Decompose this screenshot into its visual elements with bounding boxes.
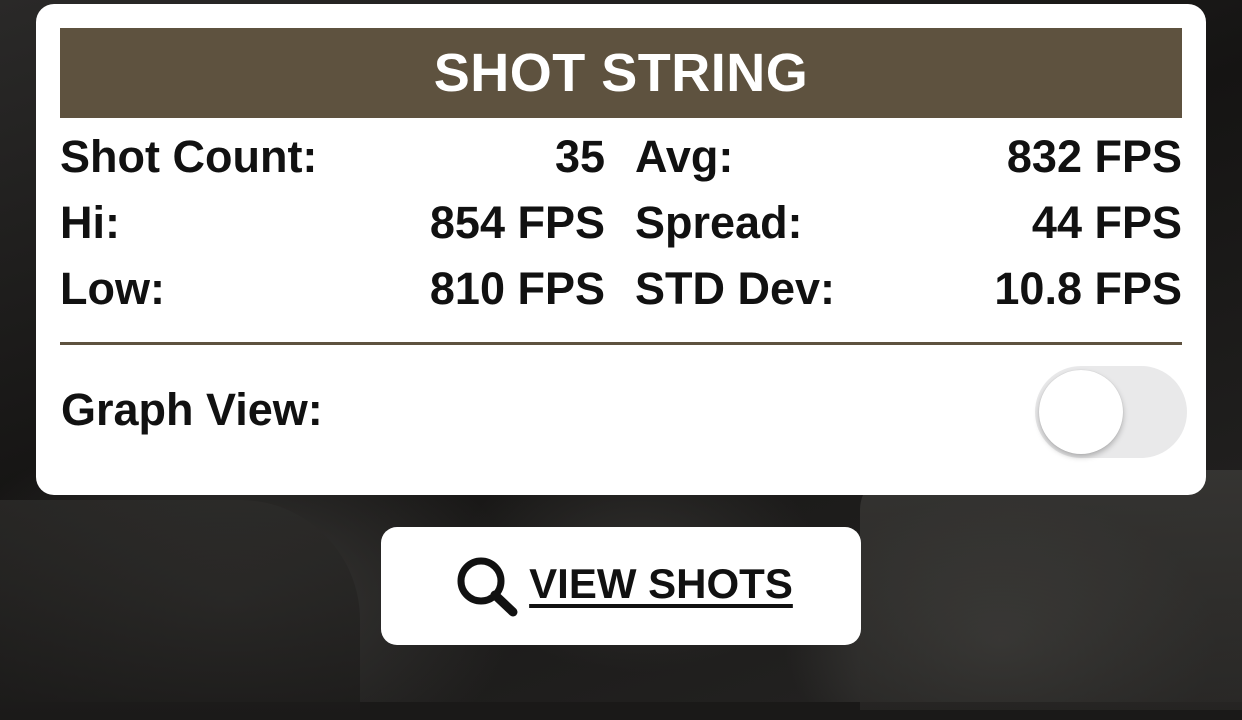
stats-grid: Shot Count: 35 Avg: 832 FPS Hi: 854 FPS … [60, 124, 1182, 322]
stat-value: 44 FPS [1031, 197, 1182, 248]
stats-row: Low: 810 FPS STD Dev: 10.8 FPS [60, 256, 1182, 322]
view-shots-label: VIEW SHOTS [529, 560, 793, 607]
background-decoration [860, 470, 1242, 710]
stat-avg: Avg: 832 FPS [635, 131, 1182, 183]
stat-value: 35 [554, 131, 605, 182]
view-shots-button[interactable]: VIEW SHOTS [381, 527, 861, 645]
stat-label: Shot Count: [60, 131, 318, 182]
search-icon [449, 552, 523, 620]
view-shots-button-content: VIEW SHOTS [449, 552, 793, 620]
stats-row: Hi: 854 FPS Spread: 44 FPS [60, 190, 1182, 256]
stat-value: 854 FPS [429, 197, 605, 248]
stat-value: 832 FPS [1006, 131, 1182, 182]
graph-view-toggle[interactable] [1035, 366, 1187, 458]
toggle-knob [1039, 370, 1123, 454]
stat-low: Low: 810 FPS [60, 263, 605, 315]
stats-row: Shot Count: 35 Avg: 832 FPS [60, 124, 1182, 190]
graph-view-label: Graph View: [61, 384, 323, 435]
card-title: SHOT STRING [433, 43, 809, 103]
stat-value: 810 FPS [429, 263, 605, 314]
stat-label: Low: [60, 263, 165, 314]
stat-label: Spread: [635, 197, 803, 248]
stat-spread: Spread: 44 FPS [635, 197, 1182, 249]
stat-label: STD Dev: [635, 263, 836, 314]
stat-label: Hi: [60, 197, 120, 248]
shot-string-card: SHOT STRING Shot Count: 35 Avg: 832 FPS … [36, 4, 1206, 495]
divider [60, 342, 1182, 345]
background-decoration [0, 500, 360, 720]
card-header: SHOT STRING [60, 28, 1182, 118]
stat-value: 10.8 FPS [994, 263, 1182, 314]
stat-shot-count: Shot Count: 35 [60, 131, 605, 183]
stat-hi: Hi: 854 FPS [60, 197, 605, 249]
stat-std-dev: STD Dev: 10.8 FPS [635, 263, 1182, 315]
stat-label: Avg: [635, 131, 734, 182]
